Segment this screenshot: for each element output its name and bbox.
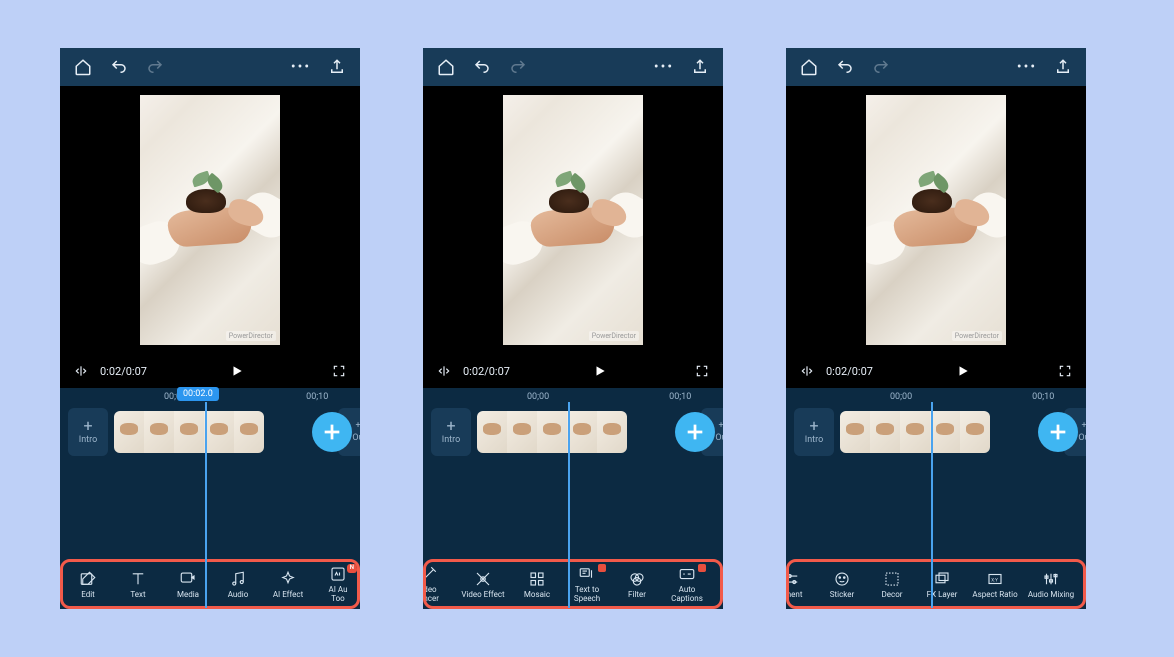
tool-edit[interactable]: Edit bbox=[63, 562, 113, 606]
tool-video-enhancer[interactable]: ideo ancer bbox=[423, 562, 454, 606]
play-icon[interactable] bbox=[589, 360, 611, 382]
home-icon[interactable] bbox=[435, 56, 457, 78]
wand-icon bbox=[423, 564, 439, 584]
timecode: 0:02/0:07 bbox=[100, 365, 147, 378]
tool-filter[interactable]: Filter bbox=[612, 562, 662, 606]
home-icon[interactable] bbox=[72, 56, 94, 78]
bottom-toolbar: Edit Text Media Audio AI Effect N AI bbox=[60, 559, 360, 609]
tool-decor[interactable]: Decor bbox=[867, 562, 917, 606]
tool-ai-effect[interactable]: AI Effect bbox=[263, 562, 313, 606]
watermark: PowerDirector bbox=[589, 331, 639, 341]
tool-ai-auto[interactable]: N AI Au Too bbox=[313, 562, 360, 606]
video-preview[interactable]: PowerDirector bbox=[140, 95, 280, 345]
undo-icon[interactable] bbox=[108, 56, 130, 78]
edit-icon bbox=[78, 569, 98, 589]
video-clip[interactable] bbox=[840, 411, 990, 453]
decor-icon bbox=[882, 569, 902, 589]
phone-screen-2: ••• PowerDirector 0:02/0:07 00;0000;10 +… bbox=[423, 48, 723, 609]
redo-icon[interactable] bbox=[144, 56, 166, 78]
mixer-icon bbox=[1041, 569, 1061, 589]
volume-icon[interactable] bbox=[433, 360, 455, 382]
captions-icon bbox=[677, 564, 697, 584]
filter-icon bbox=[627, 569, 647, 589]
new-badge: N bbox=[347, 564, 357, 573]
preview-area: PowerDirector bbox=[423, 86, 723, 354]
tool-auto-captions[interactable]: Auto Captions bbox=[662, 562, 712, 606]
top-bar: ••• bbox=[423, 48, 723, 86]
text-icon bbox=[128, 569, 148, 589]
tool-adjustment[interactable]: tment bbox=[786, 562, 817, 606]
video-clip[interactable] bbox=[114, 411, 264, 453]
video-clip[interactable] bbox=[477, 411, 627, 453]
playback-controls: 0:02/0:07 bbox=[423, 354, 723, 388]
undo-icon[interactable] bbox=[834, 56, 856, 78]
sparkle-icon bbox=[278, 569, 298, 589]
more-icon[interactable]: ••• bbox=[290, 56, 312, 78]
intro-chip[interactable]: +Intro bbox=[68, 408, 108, 456]
bottom-toolbar: tment Sticker Decor FX Layer X:Y Aspect … bbox=[786, 559, 1086, 609]
more-icon[interactable]: ••• bbox=[653, 56, 675, 78]
phone-screen-1: ••• PowerDirector 0:02/0:07 bbox=[60, 48, 360, 609]
intro-chip[interactable]: +Intro bbox=[794, 408, 834, 456]
tool-text[interactable]: Text bbox=[113, 562, 163, 606]
watermark: PowerDirector bbox=[952, 331, 1002, 341]
redo-icon[interactable] bbox=[507, 56, 529, 78]
new-badge bbox=[598, 564, 606, 572]
phone-screen-3: ••• PowerDirector 0:02/0:07 00;0000;10 +… bbox=[786, 48, 1086, 609]
add-media-fab[interactable] bbox=[312, 412, 352, 452]
playback-controls: 0:02/0:07 bbox=[786, 354, 1086, 388]
audio-icon bbox=[228, 569, 248, 589]
volume-icon[interactable] bbox=[796, 360, 818, 382]
fullscreen-icon[interactable] bbox=[1054, 360, 1076, 382]
intro-chip[interactable]: +Intro bbox=[431, 408, 471, 456]
video-preview[interactable]: PowerDirector bbox=[866, 95, 1006, 345]
media-icon bbox=[178, 569, 198, 589]
timeline[interactable]: 00;0000;10 +Intro +Ou bbox=[786, 388, 1086, 470]
play-icon[interactable] bbox=[226, 360, 248, 382]
export-icon[interactable] bbox=[689, 56, 711, 78]
mosaic-icon bbox=[527, 569, 547, 589]
bottom-toolbar: ideo ancer Video Effect Mosaic Text to S… bbox=[423, 559, 723, 609]
aspect-icon: X:Y bbox=[985, 569, 1005, 589]
timeline[interactable]: 00;0000;10 00:02.0 +Intro +Ou bbox=[60, 388, 360, 470]
tool-mosaic[interactable]: Mosaic bbox=[512, 562, 562, 606]
fullscreen-icon[interactable] bbox=[691, 360, 713, 382]
home-icon[interactable] bbox=[798, 56, 820, 78]
fx-icon bbox=[473, 569, 493, 589]
volume-icon[interactable] bbox=[70, 360, 92, 382]
tool-fx-layer[interactable]: FX Layer bbox=[917, 562, 967, 606]
watermark: PowerDirector bbox=[226, 331, 276, 341]
add-media-fab[interactable] bbox=[1038, 412, 1078, 452]
new-badge bbox=[698, 564, 706, 572]
sliders-icon bbox=[786, 569, 802, 589]
preview-area: PowerDirector bbox=[786, 86, 1086, 354]
tool-audio[interactable]: Audio bbox=[213, 562, 263, 606]
ai-icon bbox=[328, 564, 348, 584]
add-media-fab[interactable] bbox=[675, 412, 715, 452]
tool-audio-mixing[interactable]: Audio Mixing bbox=[1023, 562, 1079, 606]
tool-video-effect[interactable]: Video Effect bbox=[454, 562, 512, 606]
play-icon[interactable] bbox=[952, 360, 974, 382]
undo-icon[interactable] bbox=[471, 56, 493, 78]
more-icon[interactable]: ••• bbox=[1016, 56, 1038, 78]
tool-aspect-ratio[interactable]: X:Y Aspect Ratio bbox=[967, 562, 1023, 606]
tts-icon bbox=[577, 564, 597, 584]
layers-icon bbox=[932, 569, 952, 589]
preview-area: PowerDirector bbox=[60, 86, 360, 354]
timecode: 0:02/0:07 bbox=[826, 365, 873, 378]
sticker-icon bbox=[832, 569, 852, 589]
top-bar: ••• bbox=[60, 48, 360, 86]
top-bar: ••• bbox=[786, 48, 1086, 86]
video-preview[interactable]: PowerDirector bbox=[503, 95, 643, 345]
phones-row: ••• PowerDirector 0:02/0:07 bbox=[60, 48, 1086, 609]
svg-text:X:Y: X:Y bbox=[991, 577, 998, 583]
redo-icon[interactable] bbox=[870, 56, 892, 78]
tool-sticker[interactable]: Sticker bbox=[817, 562, 867, 606]
timeline[interactable]: 00;0000;10 +Intro +Ou bbox=[423, 388, 723, 470]
timecode: 0:02/0:07 bbox=[463, 365, 510, 378]
playback-controls: 0:02/0:07 bbox=[60, 354, 360, 388]
fullscreen-icon[interactable] bbox=[328, 360, 350, 382]
export-icon[interactable] bbox=[326, 56, 348, 78]
export-icon[interactable] bbox=[1052, 56, 1074, 78]
